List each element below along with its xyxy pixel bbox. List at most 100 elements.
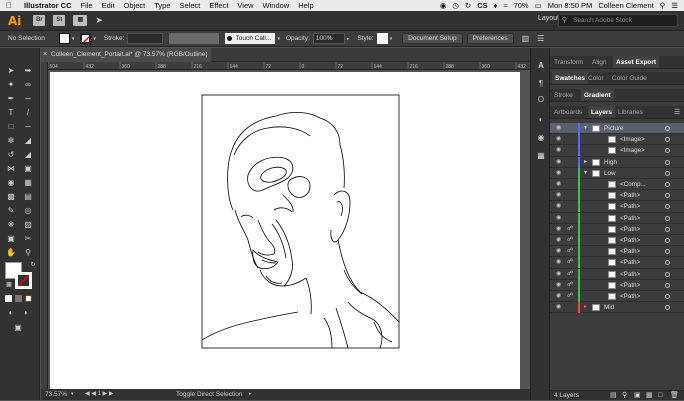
tab-asset-export[interactable]: Asset Export xyxy=(613,56,660,68)
document-setup-button[interactable]: Document Setup xyxy=(402,33,463,44)
lock-icon[interactable]: ☍ xyxy=(567,246,573,257)
menu-file[interactable]: File xyxy=(81,1,93,10)
target-circle-icon[interactable] xyxy=(665,148,670,154)
stock-search-input[interactable]: Search Adobe Stock xyxy=(558,14,678,27)
visibility-eye-icon[interactable]: ◉ xyxy=(556,302,561,313)
stroke-label[interactable]: Stroke: xyxy=(104,35,125,42)
clock-status-icon[interactable]: ◷ xyxy=(452,1,459,10)
vertical-ruler[interactable] xyxy=(41,62,48,389)
layer-row[interactable]: ◉ ▸ Mid xyxy=(550,302,684,314)
color-mode-button[interactable] xyxy=(5,295,12,302)
neck-shade-path[interactable] xyxy=(343,269,363,295)
canvas[interactable] xyxy=(48,70,530,389)
layer-row[interactable]: ◉ <Image> xyxy=(550,134,684,146)
visibility-eye-icon[interactable]: ◉ xyxy=(556,246,561,257)
transparency-icon[interactable]: ◐ xyxy=(535,114,547,126)
forehead-inner-path[interactable] xyxy=(260,166,287,183)
links-icon[interactable]: ∞ xyxy=(535,152,547,164)
shaper-tool-icon[interactable]: ✻ xyxy=(6,136,16,146)
jaw-path[interactable] xyxy=(259,269,307,287)
layer-row[interactable]: ◉ ☍ <Path> xyxy=(550,257,684,269)
arrange-icon[interactable]: ▥ xyxy=(522,34,530,43)
chevron-right-icon[interactable]: ▸ xyxy=(584,302,587,313)
tab-layers[interactable]: Layers xyxy=(588,106,615,118)
lock-icon[interactable]: ☍ xyxy=(567,269,573,280)
line-tool-icon[interactable]: / xyxy=(23,108,33,118)
tab-gradient[interactable]: Gradient xyxy=(581,89,614,101)
column-graph-tool-icon[interactable]: ▨ xyxy=(23,220,33,230)
screen-mode-icon[interactable]: ▣ xyxy=(13,323,23,333)
slice-tool-icon[interactable]: ✂ xyxy=(23,234,33,244)
visibility-eye-icon[interactable]: ◉ xyxy=(556,179,561,190)
target-circle-icon[interactable] xyxy=(665,249,670,255)
width-tool-icon[interactable]: ⋈ xyxy=(6,164,16,174)
menu-effect[interactable]: Effect xyxy=(209,1,228,10)
target-circle-icon[interactable] xyxy=(665,137,670,143)
target-circle-icon[interactable] xyxy=(665,238,670,243)
face-left-path[interactable] xyxy=(234,209,259,269)
opacity-label[interactable]: Opacity: xyxy=(286,35,310,42)
variable-width-field[interactable] xyxy=(169,33,220,44)
visibility-eye-icon[interactable]: ◉ xyxy=(556,145,561,156)
chevron-down-icon[interactable]: ▾ xyxy=(277,36,280,42)
shape-builder-tool-icon[interactable]: ◉ xyxy=(6,178,16,188)
character-icon[interactable]: A xyxy=(535,60,547,72)
target-circle-icon[interactable] xyxy=(665,305,670,311)
temple-shape-path[interactable] xyxy=(287,176,311,198)
target-circle-icon[interactable] xyxy=(665,193,670,199)
chevron-down-icon[interactable]: ▾ xyxy=(584,168,587,179)
target-circle-icon[interactable] xyxy=(665,282,670,288)
target-circle-icon[interactable] xyxy=(665,182,670,187)
fill-swatch[interactable] xyxy=(58,33,70,44)
lock-icon[interactable]: ☍ xyxy=(567,280,573,291)
menu-type[interactable]: Type xyxy=(154,1,170,10)
visibility-eye-icon[interactable]: ◉ xyxy=(556,213,561,224)
bridge-icon[interactable]: Br xyxy=(33,15,46,26)
blend-tool-icon[interactable]: ◎ xyxy=(23,206,33,216)
tab-libraries[interactable]: Libraries xyxy=(618,106,643,118)
magic-wand-tool-icon[interactable]: ✦ xyxy=(6,80,16,90)
visibility-eye-icon[interactable]: ◉ xyxy=(556,134,561,145)
target-circle-icon[interactable] xyxy=(665,226,670,232)
portrait-paths[interactable] xyxy=(201,112,400,349)
panel-menu-icon[interactable]: ☰ xyxy=(537,34,544,43)
right-shoulder-path[interactable] xyxy=(359,291,400,323)
neck-front-path[interactable] xyxy=(305,277,312,315)
notification-center-icon[interactable]: ☰ xyxy=(671,1,678,10)
artboard[interactable] xyxy=(201,94,400,349)
target-circle-icon[interactable] xyxy=(665,260,670,266)
left-shoulder-path[interactable] xyxy=(201,311,299,341)
selection-tool-icon[interactable]: ➤ xyxy=(6,66,16,76)
target-circle-icon[interactable] xyxy=(665,294,670,299)
style-label[interactable]: Style: xyxy=(357,35,373,42)
mesh-tool-icon[interactable]: ▩ xyxy=(6,192,16,202)
artboard-tool-icon[interactable]: ▣ xyxy=(6,234,16,244)
zoom-level[interactable]: 73.57% xyxy=(45,389,67,400)
paintbrush-tool-icon[interactable]: ∽ xyxy=(23,122,33,132)
layer-row[interactable]: ◉ <Path> xyxy=(550,190,684,202)
creative-cloud-icon[interactable]: ◉ xyxy=(440,1,447,10)
layer-row[interactable]: ◉ ▾ Low xyxy=(550,167,684,179)
visibility-eye-icon[interactable]: ◉ xyxy=(556,123,561,134)
tab-color[interactable]: Color xyxy=(588,72,604,84)
target-circle-icon[interactable] xyxy=(665,215,670,221)
stroke-swatch[interactable] xyxy=(80,33,92,44)
visibility-eye-icon[interactable]: ◉ xyxy=(556,257,561,268)
layer-row[interactable]: ◉ <Image> xyxy=(550,145,684,157)
tab-swatches[interactable]: Swatches xyxy=(552,72,588,84)
cs-icon[interactable]: CS xyxy=(477,1,487,10)
visibility-eye-icon[interactable]: ◉ xyxy=(556,190,561,201)
layer-row[interactable]: ◉ ☍ <Path> xyxy=(550,279,684,291)
appearance-icon[interactable]: ◉ xyxy=(535,132,547,144)
artwork-outline[interactable] xyxy=(48,70,530,389)
lasso-tool-icon[interactable]: ∞ xyxy=(23,80,33,90)
panel-menu-icon[interactable]: ☰ xyxy=(674,108,680,116)
visibility-eye-icon[interactable]: ◉ xyxy=(556,157,561,168)
type-tool-icon[interactable]: T xyxy=(6,108,16,118)
layer-row[interactable]: ◉ ☍ <Path> xyxy=(550,235,684,247)
sync-icon[interactable]: ↻ xyxy=(465,1,471,10)
opentype-icon[interactable]: O xyxy=(535,94,547,106)
tab-color-guide[interactable]: Color Guide xyxy=(612,72,647,84)
scale-tool-icon[interactable]: ◢ xyxy=(23,150,33,160)
visibility-eye-icon[interactable]: ◉ xyxy=(556,269,561,280)
